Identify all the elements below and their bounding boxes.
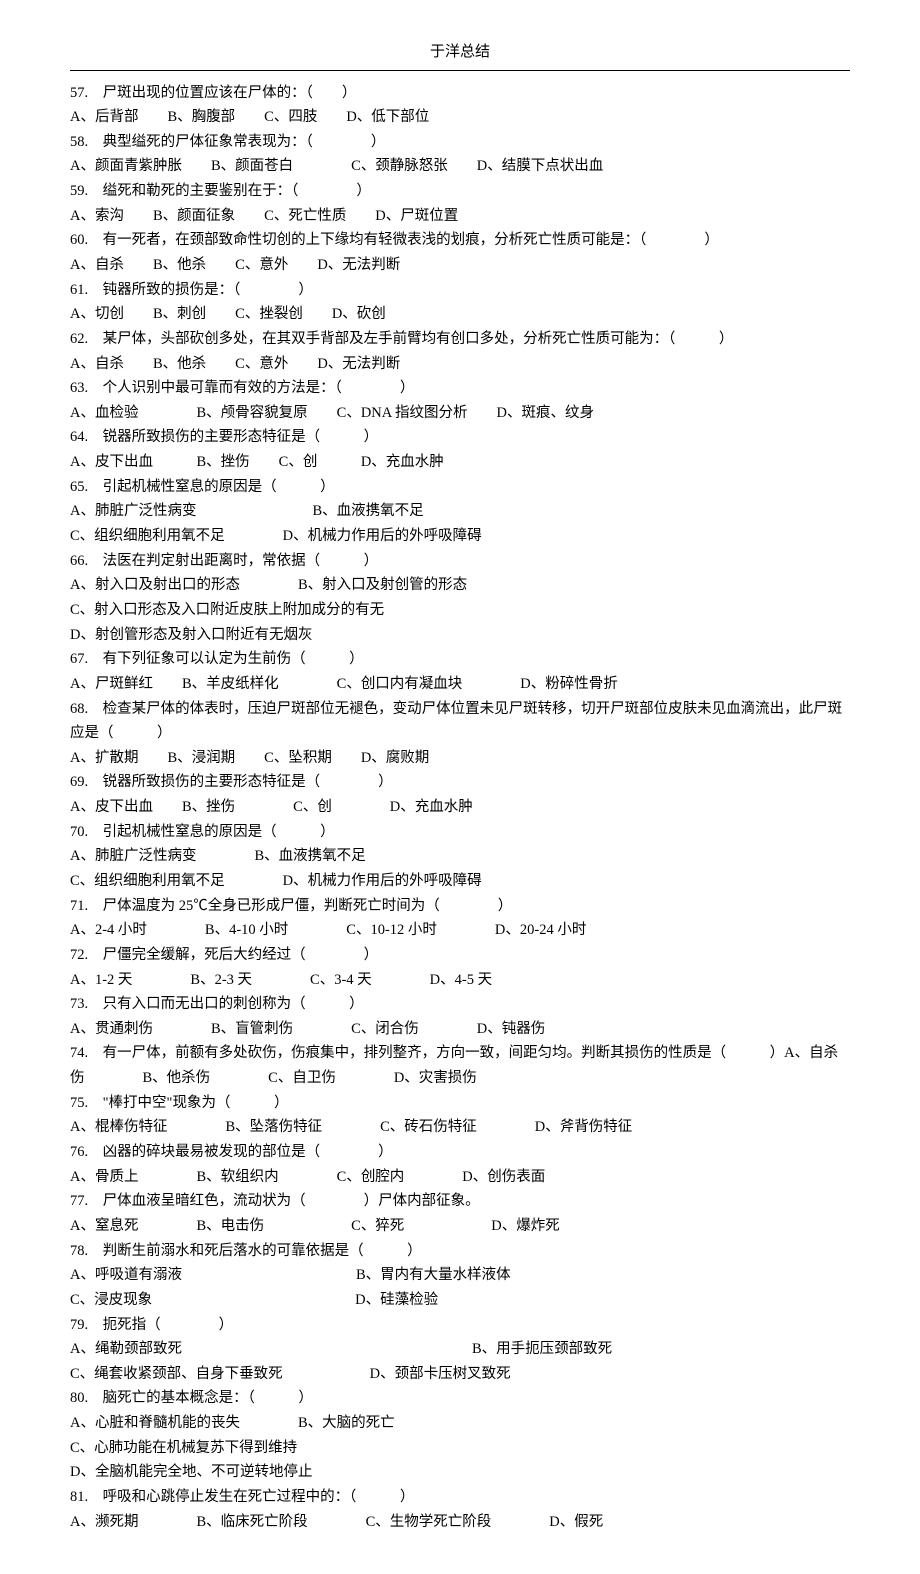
options: A、窒息死 B、电击伤 C、猝死 D、爆炸死 (70, 1214, 850, 1239)
question: 71. 尸体温度为 25℃全身已形成尸僵，判断死亡时间为（ ） (70, 894, 850, 919)
options: A、皮下出血 B、挫伤 C、创 D、充血水肿 (70, 450, 850, 475)
question: 64. 锐器所致损伤的主要形态特征是（ ） (70, 425, 850, 450)
question: 77. 尸体血液呈暗红色，流动状为（ ）尸体内部征象。 (70, 1189, 850, 1214)
options: A、后背部 B、胸腹部 C、四肢 D、低下部位 (70, 105, 850, 130)
options: A、肺脏广泛性病变 B、血液携氧不足 C、组织细胞利用氧不足 D、机械力作用后的… (70, 499, 850, 548)
options: A、心脏和脊髓机能的丧失 B、大脑的死亡 C、心肺功能在机械复苏下得到维持 D、… (70, 1411, 850, 1485)
options: A、自杀 B、他杀 C、意外 D、无法判断 (70, 352, 850, 377)
options: A、尸斑鲜红 B、羊皮纸样化 C、创口内有凝血块 D、粉碎性骨折 (70, 672, 850, 697)
question: 67. 有下列征象可以认定为生前伤（ ） (70, 647, 850, 672)
question: 63. 个人识别中最可靠而有效的方法是：（ ） (70, 376, 850, 401)
question: 59. 缢死和勒死的主要鉴别在于：（ ） (70, 179, 850, 204)
question: 58. 典型缢死的尸体征象常表现为：（ ） (70, 130, 850, 155)
question: 72. 尸僵完全缓解，死后大约经过（ ） (70, 943, 850, 968)
options: A、扩散期 B、浸润期 C、坠积期 D、腐败期 (70, 746, 850, 771)
question: 61. 钝器所致的损伤是：（ ） (70, 278, 850, 303)
options: A、呼吸道有溺液 B、胃内有大量水样液体 C、浸皮现象 D、硅藻检验 (70, 1263, 850, 1312)
question: 69. 锐器所致损伤的主要形态特征是（ ） (70, 770, 850, 795)
options: A、自杀 B、他杀 C、意外 D、无法判断 (70, 253, 850, 278)
options: A、绳勒颈部致死 B、用手扼压颈部致死 C、绳套收紧颈部、自身下垂致死 D、颈部… (70, 1337, 850, 1386)
question: 80. 脑死亡的基本概念是：（ ） (70, 1386, 850, 1411)
options: A、颜面青紫肿胀 B、颜面苍白 C、颈静脉怒张 D、结膜下点状出血 (70, 154, 850, 179)
question: 57. 尸斑出现的位置应该在尸体的：（ ） (70, 81, 850, 106)
options: A、切创 B、刺创 C、挫裂创 D、砍创 (70, 302, 850, 327)
question: 66. 法医在判定射出距离时，常依据（ ） (70, 549, 850, 574)
question: 78. 判断生前溺水和死后落水的可靠依据是（ ） (70, 1239, 850, 1264)
question-list: 57. 尸斑出现的位置应该在尸体的：（ ）A、后背部 B、胸腹部 C、四肢 D、… (70, 81, 850, 1535)
options: A、骨质上 B、软组织内 C、创腔内 D、创伤表面 (70, 1165, 850, 1190)
question: 75. "棒打中空"现象为（ ） (70, 1091, 850, 1116)
question: 62. 某尸体，头部砍创多处，在其双手背部及左手前臂均有创口多处，分析死亡性质可… (70, 327, 850, 352)
question: 65. 引起机械性窒息的原因是（ ） (70, 475, 850, 500)
question: 70. 引起机械性窒息的原因是（ ） (70, 820, 850, 845)
options: A、濒死期 B、临床死亡阶段 C、生物学死亡阶段 D、假死 (70, 1510, 850, 1535)
page-header: 于洋总结 (70, 40, 850, 66)
question: 73. 只有入口而无出口的刺创称为（ ） (70, 992, 850, 1017)
question: 79. 扼死指（ ） (70, 1313, 850, 1338)
question: 74. 有一尸体，前额有多处砍伤，伤痕集中，排列整齐，方向一致，间距匀均。判断其… (70, 1041, 850, 1090)
options: A、肺脏广泛性病变 B、血液携氧不足 C、组织细胞利用氧不足 D、机械力作用后的… (70, 844, 850, 893)
options: A、棍棒伤特征 B、坠落伤特征 C、砖石伤特征 D、斧背伤特征 (70, 1115, 850, 1140)
header-rule (70, 70, 850, 71)
options: A、2-4 小时 B、4-10 小时 C、10-12 小时 D、20-24 小时 (70, 918, 850, 943)
options: A、1-2 天 B、2-3 天 C、3-4 天 D、4-5 天 (70, 968, 850, 993)
question: 76. 凶器的碎块最易被发现的部位是（ ） (70, 1140, 850, 1165)
options: A、射入口及射出口的形态 B、射入口及射创管的形态 C、射入口形态及入口附近皮肤… (70, 573, 850, 647)
question: 81. 呼吸和心跳停止发生在死亡过程中的：（ ） (70, 1485, 850, 1510)
question: 60. 有一死者，在颈部致命性切创的上下缘均有轻微表浅的划痕，分析死亡性质可能是… (70, 228, 850, 253)
options: A、贯通刺伤 B、盲管刺伤 C、闭合伤 D、钝器伤 (70, 1017, 850, 1042)
options: A、皮下出血 B、挫伤 C、创 D、充血水肿 (70, 795, 850, 820)
options: A、血检验 B、颅骨容貌复原 C、DNA 指纹图分析 D、斑痕、纹身 (70, 401, 850, 426)
options: A、索沟 B、颜面征象 C、死亡性质 D、尸斑位置 (70, 204, 850, 229)
question: 68. 检查某尸体的体表时，压迫尸斑部位无褪色，变动尸体位置未见尸斑转移，切开尸… (70, 697, 850, 746)
